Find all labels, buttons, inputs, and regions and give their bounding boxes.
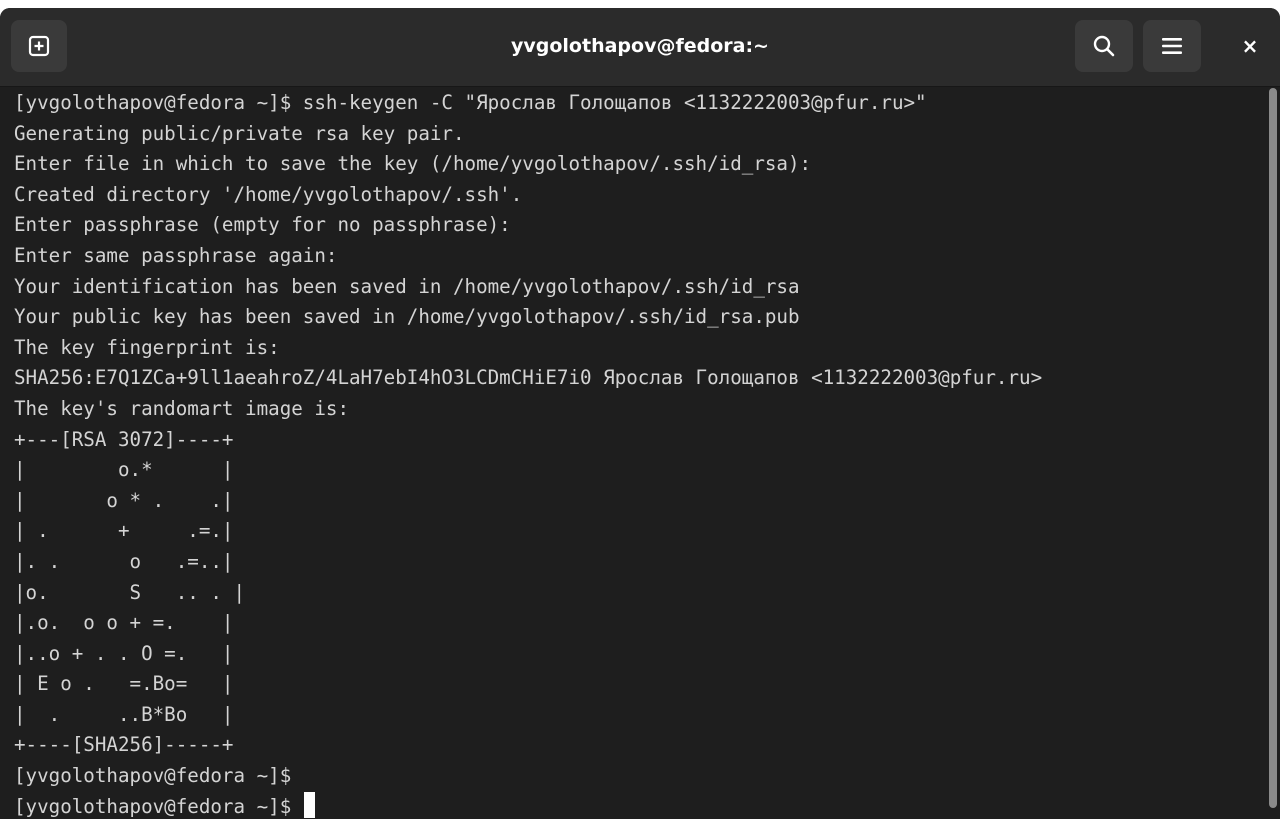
- terminal-line-text: | o.* |: [14, 458, 234, 482]
- terminal-line-text: [yvgolothapov@fedora ~]$ ssh-keygen -C "…: [14, 91, 927, 114]
- header-bar: yvgolothapov@fedora:~ ×: [0, 8, 1280, 87]
- terminal-line: Your public key has been saved in /home/…: [14, 302, 1264, 333]
- terminal-line: Created directory '/home/yvgolothapov/.s…: [14, 180, 1264, 211]
- terminal-line: | . ..B*Bo |: [14, 700, 1264, 731]
- terminal-line-text: Enter passphrase (empty for no passphras…: [14, 213, 511, 237]
- terminal-line-text: |. . o .=..|: [14, 549, 234, 573]
- terminal-line: Enter file in which to save the key (/ho…: [14, 149, 1264, 180]
- terminal-line: |o. S .. . |: [14, 578, 1264, 609]
- terminal-line: [yvgolothapov@fedora ~]$: [14, 792, 1264, 819]
- terminal-line: [yvgolothapov@fedora ~]$ ssh-keygen -C "…: [14, 88, 1264, 119]
- terminal-line-text: Enter file in which to save the key (/ho…: [14, 152, 812, 176]
- terminal-line-text: SHA256:E7Q1ZCa+9ll1aeahroZ/4LaH7ebI4hO3L…: [14, 366, 1043, 390]
- close-icon: ×: [1241, 34, 1259, 58]
- new-tab-button[interactable]: [11, 20, 67, 72]
- terminal-line-text: |o. S .. . |: [14, 580, 246, 604]
- terminal-window: yvgolothapov@fedora:~ × [yvgolothapov@fe…: [0, 8, 1280, 819]
- terminal-line: The key's randomart image is:: [14, 394, 1264, 425]
- terminal-line: | E o . =.Bo= |: [14, 669, 1264, 700]
- terminal-line-text: The key's randomart image is:: [14, 396, 350, 420]
- terminal-line-text: [yvgolothapov@fedora ~]$: [14, 794, 303, 818]
- search-icon: [1093, 35, 1115, 57]
- terminal-line: +----[SHA256]-----+: [14, 730, 1264, 761]
- terminal-line-text: Enter same passphrase again:: [14, 243, 338, 267]
- terminal-line-text: Your identification has been saved in /h…: [14, 274, 800, 298]
- close-button[interactable]: ×: [1230, 26, 1270, 66]
- terminal-line: |. . o .=..|: [14, 547, 1264, 578]
- hamburger-menu-icon: [1162, 38, 1182, 54]
- terminal-line: | . + .=.|: [14, 516, 1264, 547]
- terminal-line-text: Created directory '/home/yvgolothapov/.s…: [14, 182, 523, 206]
- terminal-line-text: +---[RSA 3072]----+: [14, 427, 234, 451]
- terminal-line-text: |.o. o o + =. |: [14, 611, 234, 635]
- text-cursor: [303, 792, 315, 819]
- terminal-line: SHA256:E7Q1ZCa+9ll1aeahroZ/4LaH7ebI4hO3L…: [14, 363, 1264, 394]
- terminal-line-text: |..o + . . O =. |: [14, 641, 234, 665]
- new-tab-icon: [28, 35, 50, 57]
- terminal-line-text: The key fingerprint is:: [14, 335, 280, 359]
- search-button[interactable]: [1075, 20, 1133, 72]
- terminal-line: Your identification has been saved in /h…: [14, 272, 1264, 303]
- terminal-line: The key fingerprint is:: [14, 333, 1264, 364]
- terminal-line: Generating public/private rsa key pair.: [14, 119, 1264, 150]
- terminal-line-text: [yvgolothapov@fedora ~]$: [14, 764, 292, 788]
- terminal-line-text: | . ..B*Bo |: [14, 702, 234, 726]
- terminal-line: +---[RSA 3072]----+: [14, 425, 1264, 456]
- terminal-line-text: +----[SHA256]-----+: [14, 733, 234, 757]
- terminal-line: [yvgolothapov@fedora ~]$: [14, 761, 1264, 792]
- terminal-line: Enter same passphrase again:: [14, 241, 1264, 272]
- terminal-line-text: | . + .=.|: [14, 519, 234, 543]
- terminal-line-text: Generating public/private rsa key pair.: [14, 121, 465, 145]
- terminal-line: | o * . .|: [14, 486, 1264, 517]
- menu-button[interactable]: [1143, 20, 1201, 72]
- terminal-line: |..o + . . O =. |: [14, 639, 1264, 670]
- scrollbar[interactable]: [1269, 88, 1277, 808]
- terminal-line-text: Your public key has been saved in /home/…: [14, 305, 800, 329]
- terminal-line: | o.* |: [14, 455, 1264, 486]
- terminal-line: |.o. o o + =. |: [14, 608, 1264, 639]
- terminal-line-text: | E o . =.Bo= |: [14, 672, 234, 696]
- window-title: yvgolothapov@fedora:~: [511, 35, 769, 57]
- terminal-output[interactable]: [yvgolothapov@fedora ~]$ ssh-keygen -C "…: [14, 88, 1264, 819]
- terminal-line-text: | o * . .|: [14, 488, 234, 512]
- terminal-line: Enter passphrase (empty for no passphras…: [14, 210, 1264, 241]
